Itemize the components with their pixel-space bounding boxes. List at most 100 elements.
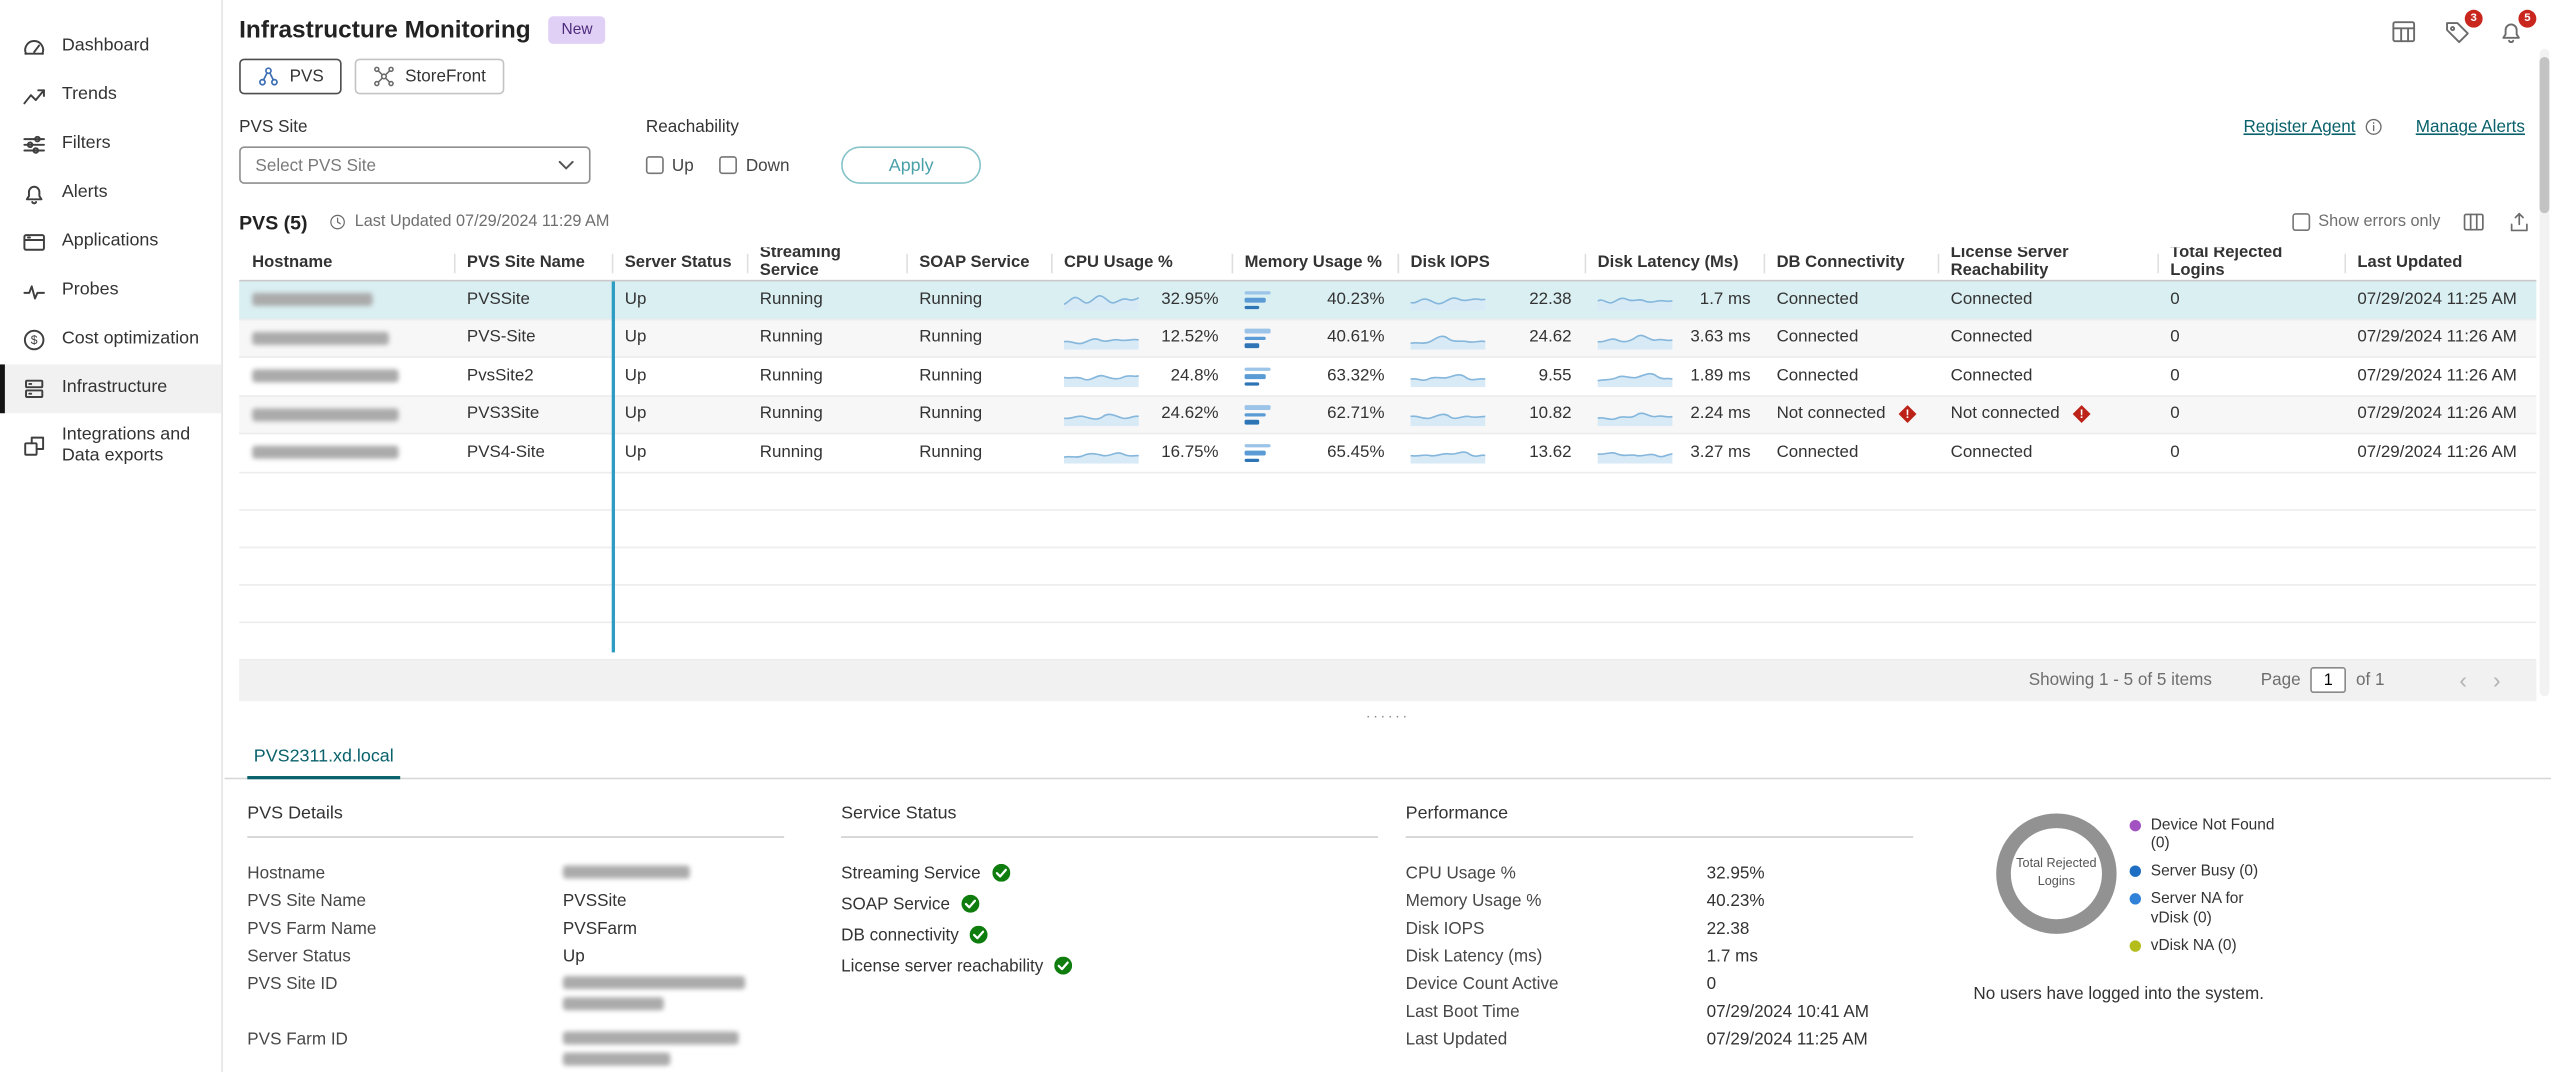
col-memory-usage[interactable]: Memory Usage % bbox=[1232, 247, 1398, 281]
rejected-logins-section: Total Rejected Logins Device Not Found (… bbox=[1938, 803, 2529, 1072]
scrollbar-thumb[interactable] bbox=[2540, 57, 2550, 213]
cell-rejected: 0 bbox=[2157, 396, 2344, 433]
page-input[interactable] bbox=[2310, 667, 2346, 693]
table-row[interactable]: PVS3Site Up Running Running 24.62% 62.71… bbox=[239, 396, 2536, 434]
sidebar-item-infrastructure[interactable]: Infrastructure bbox=[0, 364, 221, 413]
down-checkbox[interactable]: Down bbox=[720, 155, 790, 175]
export-icon[interactable] bbox=[2507, 210, 2531, 234]
prev-page-icon[interactable] bbox=[2446, 669, 2480, 692]
cpu-sparkline bbox=[1064, 365, 1139, 388]
table-row[interactable]: PVS4-Site Up Running Running 16.75% 65.4… bbox=[239, 434, 2536, 472]
storefront-toggle[interactable]: StoreFront bbox=[355, 59, 504, 95]
col-pvs-site-name[interactable]: PVS Site Name bbox=[454, 247, 612, 281]
perf-devices-value: 0 bbox=[1707, 974, 1717, 994]
pvs-toggle[interactable]: PVS bbox=[239, 59, 342, 95]
detail-panel: PVS2311.xd.local PVS Details Hostname PV… bbox=[225, 730, 2551, 1072]
sidebar-item-probes[interactable]: Probes bbox=[0, 267, 221, 316]
legend-dot bbox=[2130, 940, 2141, 951]
pvs-site-select[interactable]: Select PVS Site bbox=[239, 146, 590, 183]
col-last-updated[interactable]: Last Updated bbox=[2344, 247, 2536, 281]
col-disk-latency[interactable]: Disk Latency (Ms) bbox=[1585, 247, 1764, 281]
applications-icon bbox=[21, 229, 47, 255]
table-header-row: Hostname PVS Site Name Server Status Str… bbox=[239, 247, 2536, 281]
service-status-heading: Service Status bbox=[841, 803, 1378, 837]
info-icon bbox=[2364, 117, 2384, 137]
up-checkbox-box[interactable] bbox=[646, 156, 664, 174]
filters-icon bbox=[21, 132, 47, 158]
cell-site: PVS3Site bbox=[454, 396, 612, 433]
storefront-icon bbox=[373, 65, 396, 88]
show-errors-checkbox-box[interactable] bbox=[2292, 213, 2310, 231]
apply-button[interactable]: Apply bbox=[842, 146, 981, 183]
sidebar-item-trends[interactable]: Trends bbox=[0, 72, 221, 121]
cell-status: Up bbox=[612, 434, 747, 471]
col-total-rejected-logins[interactable]: Total Rejected Logins bbox=[2157, 247, 2344, 281]
manage-alerts-link[interactable]: Manage Alerts bbox=[2416, 117, 2525, 137]
site-id-label: PVS Site ID bbox=[247, 974, 563, 994]
cell-cpu: 24.8% bbox=[1171, 367, 1219, 385]
table-row[interactable]: PvsSite2 Up Running Running 24.8% 63.32%… bbox=[239, 358, 2536, 396]
table-row[interactable]: PVSSite Up Running Running 32.95% 40.23%… bbox=[239, 281, 2536, 319]
memory-bars-icon bbox=[1245, 443, 1271, 462]
cell-mem: 40.61% bbox=[1327, 329, 1384, 347]
new-badge: New bbox=[549, 16, 606, 44]
col-hostname[interactable]: Hostname bbox=[239, 247, 454, 281]
server-status-label: Server Status bbox=[247, 946, 563, 966]
sidebar-item-alerts[interactable]: Alerts bbox=[0, 169, 221, 218]
up-checkbox[interactable]: Up bbox=[646, 155, 694, 175]
soap-service-label: SOAP Service bbox=[841, 894, 950, 914]
rejected-logins-donut: Total Rejected Logins bbox=[1996, 813, 2116, 933]
perf-updated-value: 07/29/2024 11:25 AM bbox=[1707, 1029, 1868, 1049]
sidebar-item-applications[interactable]: Applications bbox=[0, 218, 221, 267]
pvs-site-select-value: Select PVS Site bbox=[255, 155, 376, 175]
col-soap-service[interactable]: SOAP Service bbox=[906, 247, 1051, 281]
sidebar-item-label: Filters bbox=[62, 134, 111, 155]
chevron-down-icon bbox=[558, 159, 574, 170]
sidebar-item-cost-optimization[interactable]: $ Cost optimization bbox=[0, 316, 221, 365]
sidebar-item-dashboard[interactable]: Dashboard bbox=[0, 23, 221, 72]
splitter-dots: ······ bbox=[1366, 707, 1410, 723]
col-license-reachability[interactable]: License Server Reachability bbox=[1938, 247, 2158, 281]
report-grid-icon[interactable] bbox=[2390, 18, 2418, 51]
col-db-connectivity[interactable]: DB Connectivity bbox=[1764, 247, 1938, 281]
column-settings-icon[interactable] bbox=[2461, 210, 2485, 234]
alarm-bell-icon[interactable]: 5 bbox=[2497, 18, 2525, 51]
col-cpu-usage[interactable]: CPU Usage % bbox=[1051, 247, 1232, 281]
col-streaming-service[interactable]: Streaming Service bbox=[747, 247, 906, 281]
col-disk-iops[interactable]: Disk IOPS bbox=[1398, 247, 1585, 281]
infrastructure-monitoring-app: Dashboard Trends Filters Alerts Applicat… bbox=[0, 0, 2551, 1072]
cell-license: Not connected bbox=[1951, 406, 2060, 424]
panel-splitter-handle[interactable]: ······ bbox=[225, 700, 2551, 729]
hostname-label: Hostname bbox=[247, 863, 563, 883]
col-server-status[interactable]: Server Status bbox=[612, 247, 747, 281]
show-errors-only-checkbox[interactable]: Show errors only bbox=[2292, 213, 2440, 231]
sidebar-item-integrations[interactable]: Integrations and Data exports bbox=[0, 413, 221, 479]
cpu-sparkline bbox=[1064, 327, 1139, 350]
iops-sparkline bbox=[1411, 441, 1486, 464]
clock-icon bbox=[329, 213, 347, 231]
cell-updated: 07/29/2024 11:26 AM bbox=[2344, 434, 2536, 471]
component-toggle: PVS StoreFront bbox=[239, 59, 2551, 95]
pvs-site-label: PVS Site bbox=[239, 117, 590, 137]
next-page-icon[interactable] bbox=[2480, 669, 2514, 692]
down-checkbox-box[interactable] bbox=[720, 156, 738, 174]
register-agent-link[interactable]: Register Agent bbox=[2243, 117, 2355, 137]
show-errors-label: Show errors only bbox=[2318, 213, 2440, 231]
farm-name-value: PVSFarm bbox=[563, 918, 637, 938]
cell-db: Not connected bbox=[1777, 406, 1886, 424]
last-updated-text: Last Updated 07/29/2024 11:29 AM bbox=[355, 213, 610, 231]
cell-streaming: Running bbox=[747, 434, 906, 471]
sidebar-item-filters[interactable]: Filters bbox=[0, 120, 221, 169]
legend-dot bbox=[2130, 866, 2141, 877]
vertical-scrollbar[interactable] bbox=[2540, 49, 2550, 697]
bell-icon bbox=[21, 181, 47, 207]
cell-latency: 3.63 ms bbox=[1690, 329, 1750, 347]
iops-sparkline bbox=[1411, 288, 1486, 311]
cell-cpu: 12.52% bbox=[1161, 329, 1218, 347]
empty-row bbox=[239, 473, 2536, 510]
table-row[interactable]: PVS-Site Up Running Running 12.52% 40.61… bbox=[239, 320, 2536, 358]
dashboard-icon bbox=[21, 34, 47, 60]
tag-icon[interactable]: 3 bbox=[2444, 18, 2472, 51]
check-circle-icon bbox=[992, 864, 1010, 882]
tab-hostname[interactable]: PVS2311.xd.local bbox=[247, 736, 400, 778]
